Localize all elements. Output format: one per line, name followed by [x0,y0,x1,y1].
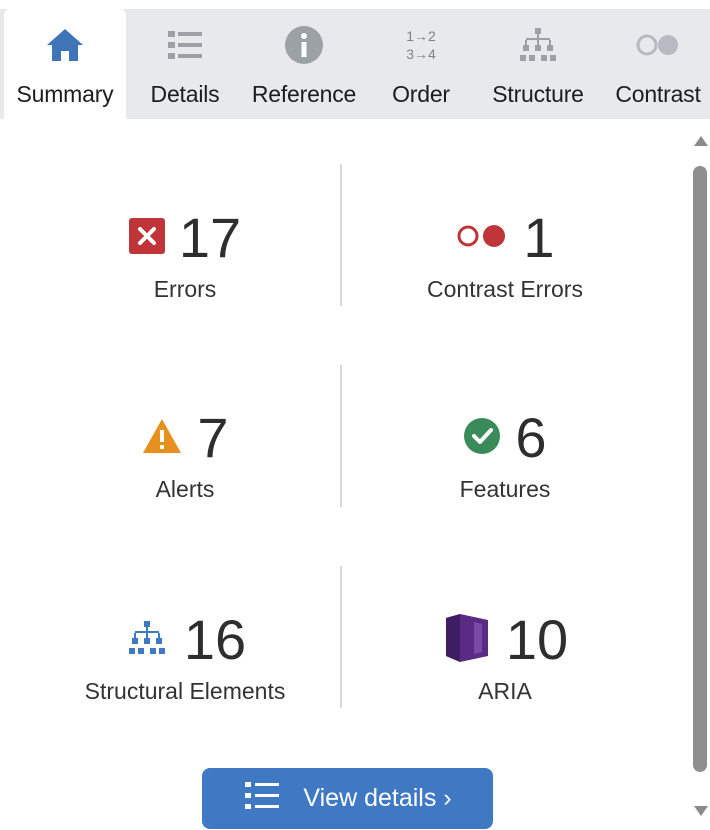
info-icon [282,15,326,75]
list-icon [164,15,206,75]
structural-elements-stat[interactable]: 16 Structural Elements [15,610,355,705]
tab-label: Details [150,81,220,107]
tab-label: Summary [16,81,114,107]
aria-stat[interactable]: 10 ARIA [335,610,675,705]
error-x-icon [128,217,165,259]
errors-label: Errors [153,276,217,302]
aria-label: ARIA [478,678,532,704]
aria-cube-icon [442,612,492,669]
scroll-down-arrow-icon[interactable] [694,806,708,816]
alerts-count: 7 [197,406,229,469]
contrast-errors-stat[interactable]: 1 Contrast Errors [335,208,675,303]
structural-elements-label: Structural Elements [84,678,286,704]
errors-stat[interactable]: 17 Errors [15,208,355,303]
aria-count: 10 [505,608,569,671]
tab-label: Contrast [615,81,701,107]
order-icon-line: 3→4 [406,46,436,62]
order-icon: 1→2 3→4 [406,15,436,75]
tab-bar: Summary Details Reference 1→2 3→4 Order … [0,0,710,119]
tab-label: Order [392,81,450,107]
features-count: 6 [515,406,547,469]
tab-label: Reference [251,81,357,107]
hierarchy-icon [516,15,560,75]
errors-count: 17 [178,206,242,269]
warning-triangle-icon [141,417,183,460]
order-icon-line: 1→2 [406,28,436,44]
scrollbar-thumb[interactable] [693,166,707,772]
contrast-icon [633,15,683,75]
tab-structure[interactable]: Structure [482,9,594,119]
tab-label: Structure [492,81,584,107]
tab-details[interactable]: Details [126,9,244,119]
tab-summary[interactable]: Summary [4,9,126,119]
check-circle-icon [463,417,501,460]
list-icon [243,779,281,818]
contrast-errors-count: 1 [523,206,555,269]
contrast-error-icon [455,222,509,255]
view-details-label: View details › [303,784,452,812]
tab-reference[interactable]: Reference [244,9,364,119]
alerts-stat[interactable]: 7 Alerts [15,408,355,503]
home-icon [43,15,87,75]
view-details-button[interactable]: View details › [202,768,493,829]
hierarchy-icon [124,618,170,663]
scroll-up-arrow-icon[interactable] [694,136,708,146]
features-label: Features [459,476,551,502]
alerts-label: Alerts [155,476,215,502]
contrast-errors-label: Contrast Errors [427,276,583,302]
features-stat[interactable]: 6 Features [335,408,675,503]
tab-contrast[interactable]: Contrast [606,9,710,119]
scrollbar[interactable] [690,130,710,830]
structural-elements-count: 16 [183,608,247,671]
tab-order[interactable]: 1→2 3→4 Order [372,9,470,119]
